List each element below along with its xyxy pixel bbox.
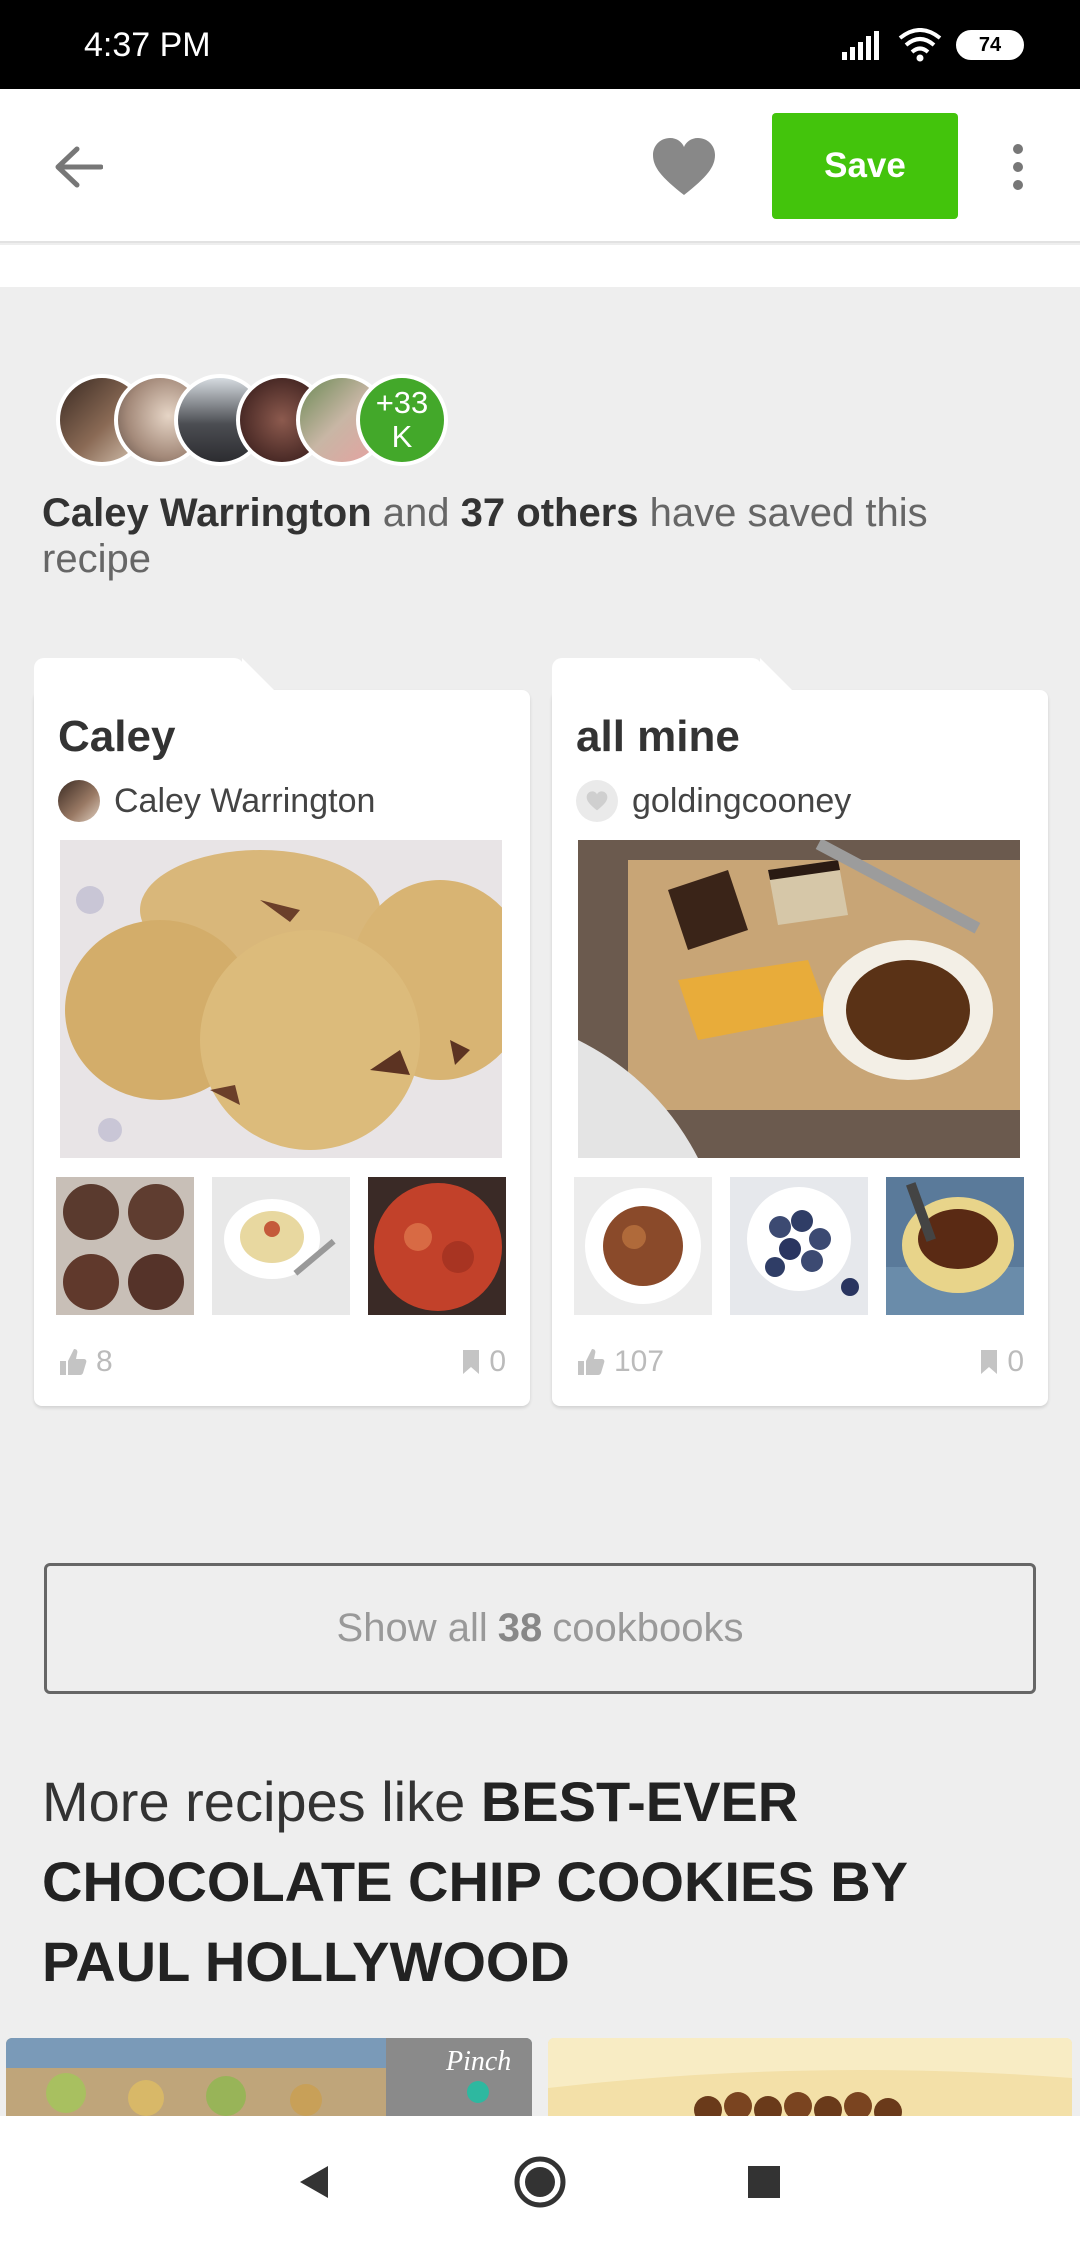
- cookbook-thumbnails: [56, 1177, 506, 1315]
- show-all-count: 38: [497, 1606, 543, 1650]
- owner-name: goldingcooney: [632, 781, 852, 820]
- recipe-thumbnail[interactable]: [730, 1177, 868, 1315]
- recipe-thumbnail[interactable]: [368, 1177, 506, 1315]
- status-time: 4:37 PM: [84, 26, 211, 64]
- saves-count: 0: [1007, 1345, 1024, 1378]
- square-recents-icon: [748, 2166, 780, 2198]
- wifi-icon: [898, 28, 942, 62]
- status-icons: 74: [840, 28, 1024, 62]
- more-options-button[interactable]: [998, 129, 1038, 205]
- saver-primary-name[interactable]: Caley Warrington: [42, 491, 372, 535]
- signal-icon: [842, 31, 879, 60]
- more-recipes-prefix: More recipes like: [42, 1770, 466, 1833]
- arrow-left-icon: [55, 146, 103, 188]
- heart-icon: [586, 791, 608, 811]
- saver-count-unit: K: [391, 419, 413, 454]
- saves-stat[interactable]: 0: [979, 1345, 1024, 1379]
- system-navigation-bar: [0, 2116, 1080, 2246]
- card-tab: [34, 658, 282, 698]
- more-dot-icon: [1013, 162, 1023, 172]
- show-all-cookbooks-button[interactable]: Show all 38 cookbooks: [44, 1563, 1036, 1694]
- cookbook-main-image[interactable]: [578, 840, 1020, 1158]
- recipe-card-watermark: Pinch: [446, 2046, 512, 2077]
- bookmark-icon: [981, 1350, 998, 1374]
- saves-count: 0: [489, 1345, 506, 1378]
- likes-count: 107: [614, 1345, 665, 1378]
- likes-stat[interactable]: 8: [58, 1345, 113, 1379]
- bookmark-icon: [463, 1350, 480, 1374]
- saver-count-badge: +33 K: [356, 374, 448, 466]
- cookbook-card[interactable]: Caley Caley Warrington 8 0: [34, 658, 530, 1406]
- nav-back-button[interactable]: [282, 2150, 346, 2214]
- heart-icon: [653, 138, 715, 195]
- back-button[interactable]: [48, 139, 108, 195]
- cookbook-title: Caley: [58, 712, 176, 761]
- cookbook-title: all mine: [576, 712, 740, 761]
- saved-by-text: Caley Warrington and 37 others have save…: [42, 490, 1022, 582]
- cookbook-card[interactable]: all mine goldingcooney 107 0: [552, 658, 1048, 1406]
- cookbook-owner[interactable]: goldingcooney: [576, 780, 851, 822]
- saver-others[interactable]: 37 others: [461, 491, 639, 535]
- saves-stat[interactable]: 0: [461, 1345, 506, 1379]
- thumbs-up-icon: [578, 1349, 605, 1375]
- owner-name: Caley Warrington: [114, 781, 376, 820]
- recipe-card[interactable]: Pinch: [6, 2038, 532, 2118]
- save-button[interactable]: Save: [772, 113, 958, 219]
- saver-count-line: +33: [375, 385, 429, 420]
- cookbook-stats: 8 0: [58, 1345, 506, 1379]
- battery-icon: 74: [956, 30, 1024, 60]
- recipe-thumbnail[interactable]: [886, 1177, 1024, 1315]
- favorite-button[interactable]: [648, 131, 720, 203]
- owner-avatar: [576, 780, 618, 822]
- recipe-card[interactable]: [548, 2038, 1072, 2118]
- recipe-thumbnail[interactable]: [56, 1177, 194, 1315]
- likes-count: 8: [96, 1345, 113, 1378]
- likes-stat[interactable]: 107: [576, 1345, 664, 1379]
- cookbook-main-image[interactable]: [60, 840, 502, 1158]
- content-top-strip: [0, 245, 1080, 287]
- owner-avatar: [58, 780, 100, 822]
- card-tab: [552, 658, 800, 698]
- cookbook-stats: 107 0: [576, 1345, 1024, 1379]
- toolbar: Save: [0, 89, 1080, 243]
- recipe-thumbnail[interactable]: [574, 1177, 712, 1315]
- thumbs-up-icon: [60, 1349, 87, 1375]
- recipe-thumbnail[interactable]: [212, 1177, 350, 1315]
- triangle-back-icon: [300, 2166, 328, 2198]
- more-dot-icon: [1013, 144, 1023, 154]
- more-recipes-heading: More recipes like BEST-EVER CHOCOLATE CH…: [42, 1762, 1042, 2002]
- cookbook-owner[interactable]: Caley Warrington: [58, 780, 375, 822]
- nav-home-button[interactable]: [508, 2150, 572, 2214]
- cookbook-thumbnails: [574, 1177, 1024, 1315]
- status-bar: 4:37 PM 74: [0, 0, 1080, 89]
- more-dot-icon: [1013, 180, 1023, 190]
- show-all-suffix: cookbooks: [552, 1606, 744, 1650]
- circle-home-icon: [514, 2156, 566, 2208]
- show-all-prefix: Show all: [336, 1606, 488, 1650]
- saver-connector: and: [382, 491, 450, 535]
- nav-recents-button[interactable]: [732, 2150, 796, 2214]
